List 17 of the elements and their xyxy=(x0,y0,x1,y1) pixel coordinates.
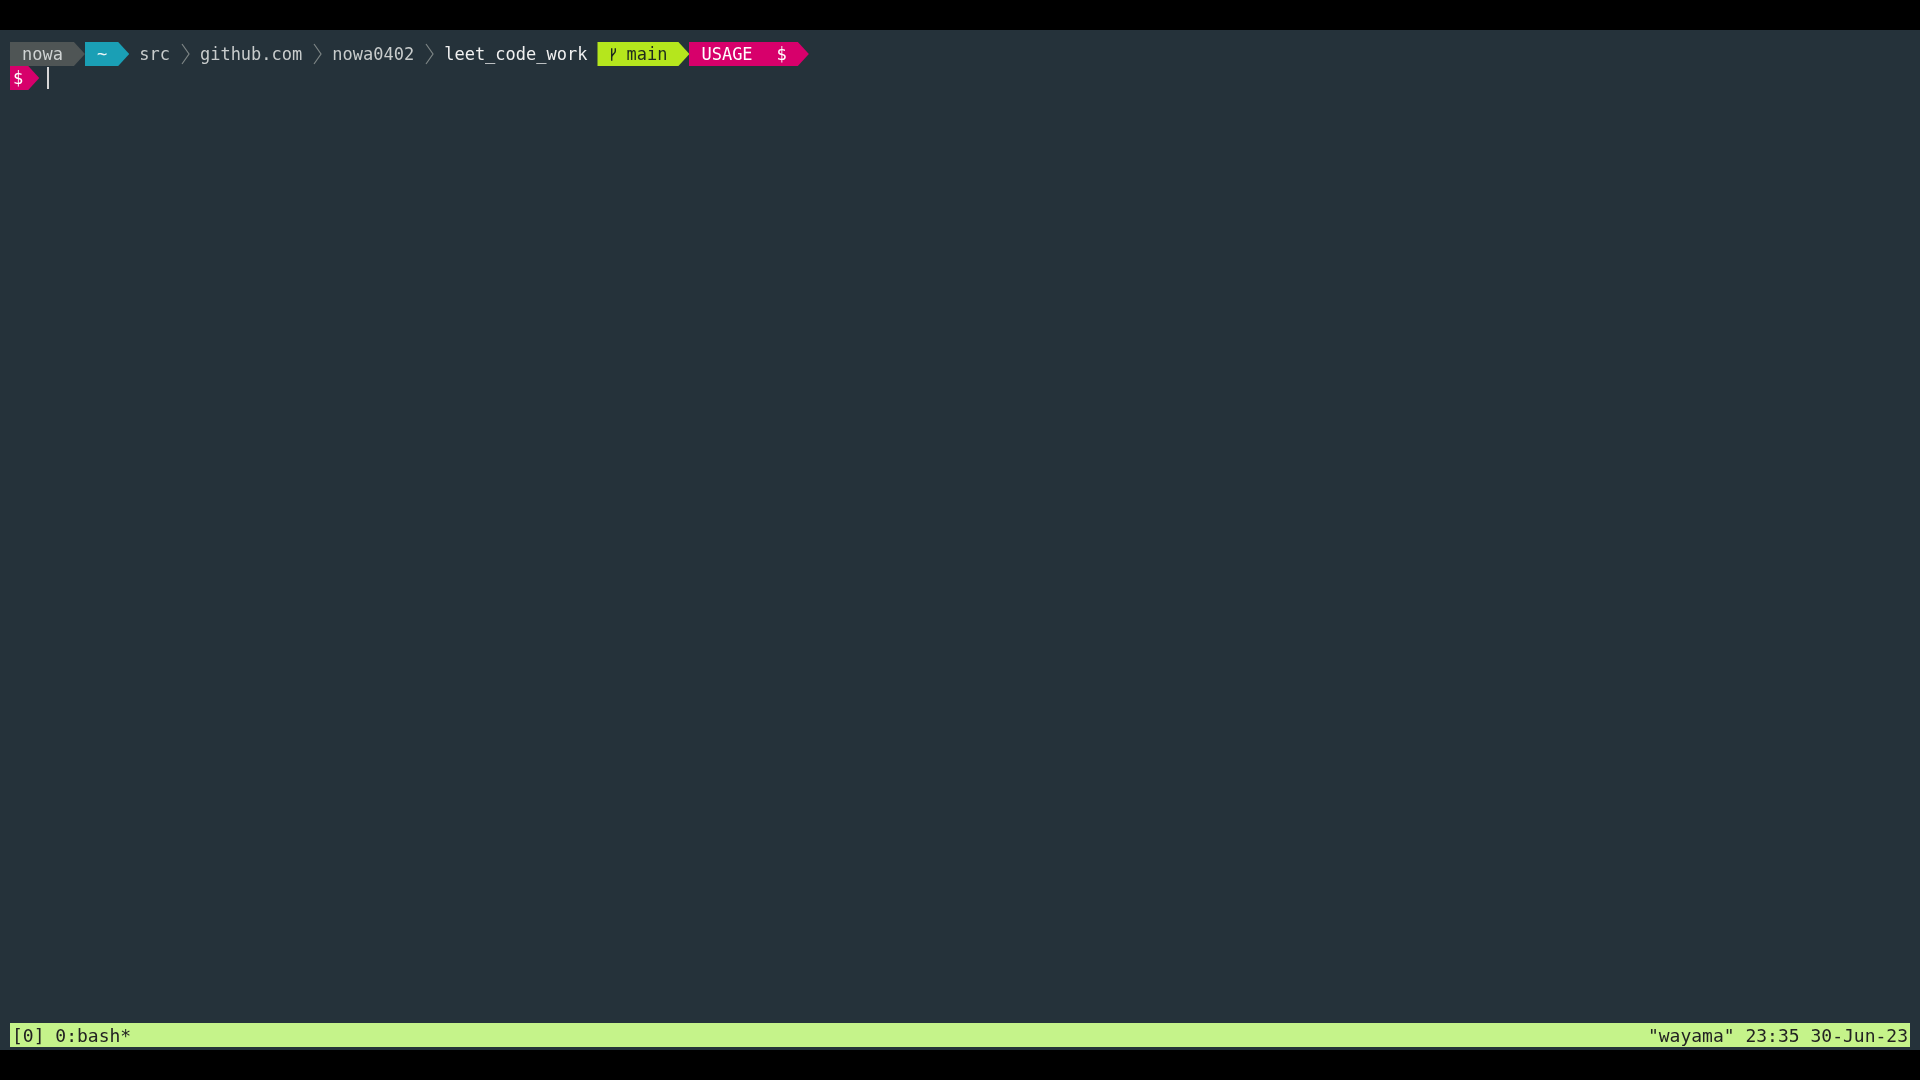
prompt-segment: $ xyxy=(764,42,809,66)
path-label: leet_code_work xyxy=(443,43,589,66)
text-cursor xyxy=(47,67,50,89)
chevron-icon xyxy=(312,43,323,65)
session-label: [0] 0:bash* xyxy=(12,1024,132,1046)
branch-icon xyxy=(609,46,619,62)
chevron-icon xyxy=(179,43,190,65)
path-label: nowa0402 xyxy=(331,43,416,66)
path-label: src xyxy=(138,43,171,66)
prompt-segment: ~ xyxy=(84,42,130,66)
prompt-segment: nowa xyxy=(10,42,85,66)
status-info: "wayama" 23:35 30-Jun-23 xyxy=(1647,1024,1908,1046)
prompt-segment: main xyxy=(597,42,690,66)
chevron-icon xyxy=(424,43,435,65)
prompt-symbol: $ xyxy=(10,66,40,90)
path-label: github.com xyxy=(198,43,304,66)
prompt-segment: USAGE xyxy=(689,42,765,66)
